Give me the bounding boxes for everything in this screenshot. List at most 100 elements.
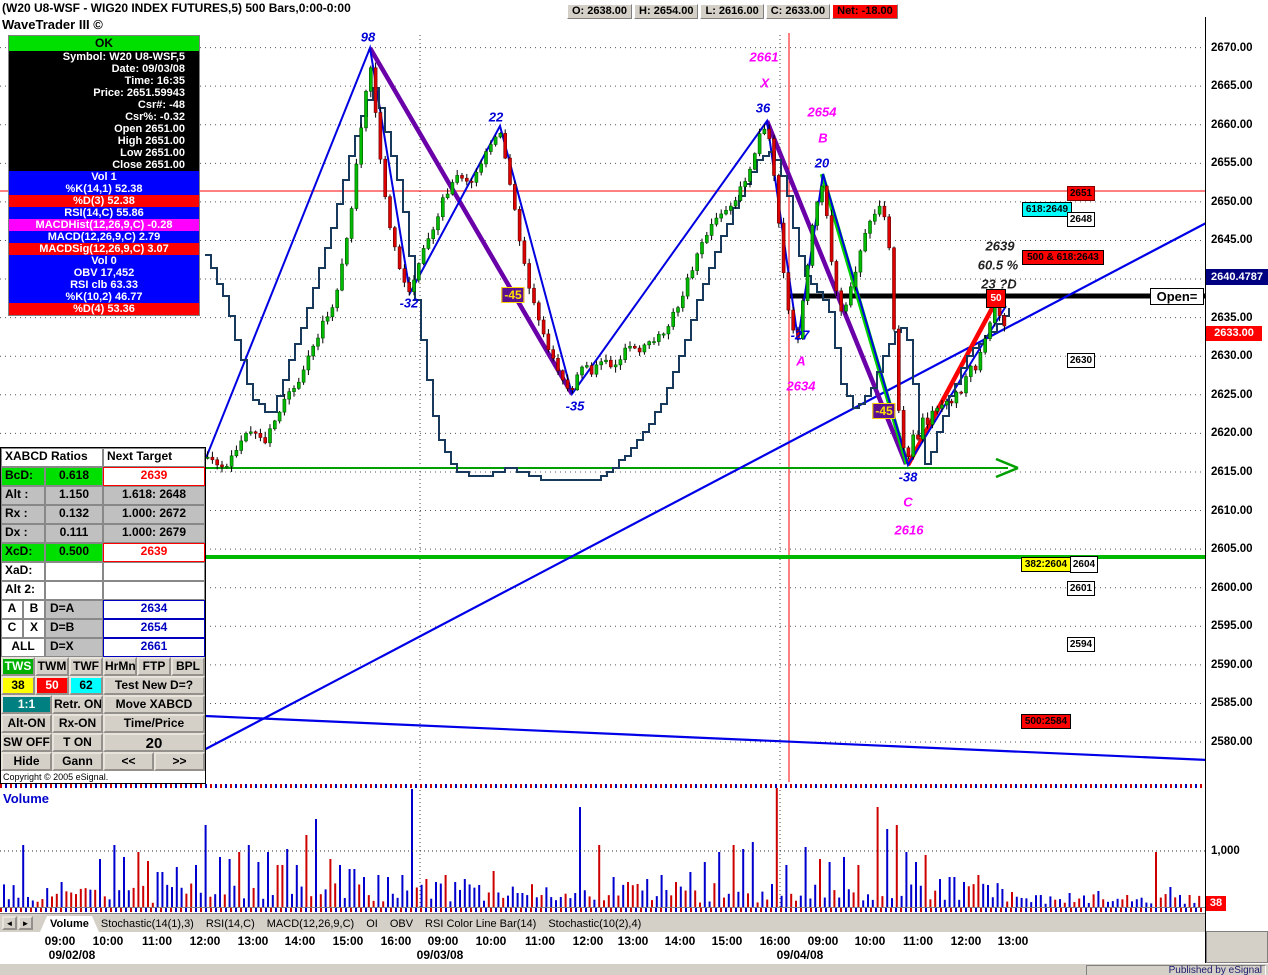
time-tick-label: 13:00 (237, 934, 269, 948)
price-axis[interactable]: 2675.002670.002665.002660.002655.002650.… (1205, 0, 1268, 975)
indicator-row: %D(3) 52.38 (9, 195, 199, 207)
button-50[interactable]: 50 (35, 676, 69, 695)
info-row: Symbol: W20 U8-WSF,5 (62, 51, 185, 63)
axis-price-badge: 2633.00 (1206, 326, 1262, 341)
xabcd-cell: D=X (45, 638, 103, 657)
button-alt-on[interactable]: Alt-ON (1, 714, 52, 733)
publisher-text: Published by eSignal (www.esignal.com) (1086, 965, 1266, 975)
xabcd-cell: Rx : (1, 505, 45, 524)
ohlc-field-O: O: 2638.00 (567, 4, 633, 19)
button--[interactable]: << (103, 752, 154, 771)
button-twm[interactable]: TWM (35, 657, 69, 676)
ohlc-field-L: L: 2616.00 (700, 4, 764, 19)
button-1-1[interactable]: 1:1 (1, 695, 52, 714)
tab-rsi-color-line-bar-14-[interactable]: RSI Color Line Bar(14) (415, 916, 546, 932)
time-tick-label: 10:00 (92, 934, 124, 948)
button-tws[interactable]: TWS (1, 657, 35, 676)
time-tick-label: 13:00 (617, 934, 649, 948)
xabcd-cell: XaD: (1, 562, 45, 581)
tab-rsi-14-c-[interactable]: RSI(14,C) (196, 916, 265, 932)
button-time-price[interactable]: Time/Price (103, 714, 205, 733)
indicator-row: Vol 1 (9, 171, 199, 183)
tab-volume[interactable]: Volume (40, 916, 99, 932)
axis-tick-label: 2630.00 (1211, 350, 1253, 363)
title-bar: (W20 U8-WSF - WIG20 INDEX FUTURES,5) 500… (0, 0, 1268, 19)
button-ftp[interactable]: FTP (137, 657, 171, 676)
xabcd-cell: 2634 (103, 600, 205, 619)
trend-line (199, 221, 1209, 753)
ok-status-header[interactable]: OK (9, 36, 199, 51)
button-62[interactable]: 62 (69, 676, 103, 695)
time-tick-label: 14:00 (664, 934, 696, 948)
indicator-row: MACD(12,26,9,C) 2.79 (9, 231, 199, 243)
tab-scroll-left-button[interactable]: ◄ (2, 916, 17, 930)
button-test-new-d-[interactable]: Test New D=? (103, 676, 205, 695)
volume-chart[interactable] (0, 787, 1206, 909)
axis-tick-label: 2595.00 (1211, 620, 1253, 633)
time-tick-label: 11:00 (141, 934, 173, 948)
xabcd-cell: B (23, 600, 45, 619)
quote-info-panel: OK Symbol: W20 U8-WSF,5 Date: 09/03/08 Tim… (8, 35, 200, 316)
ohlc-field-H: H: 2654.00 (634, 4, 699, 19)
date-label: 09/02/08 (48, 948, 96, 962)
time-tick-label: 09:00 (807, 934, 839, 948)
xabcd-cell: D=A (45, 600, 103, 619)
button-rx-on[interactable]: Rx-ON (52, 714, 103, 733)
button-bpl[interactable]: BPL (171, 657, 205, 676)
status-bar: Published by eSignal (www.esignal.com) (0, 963, 1268, 975)
axis-tick-label: 2600.00 (1211, 581, 1253, 594)
time-tick-label: 16:00 (759, 934, 791, 948)
info-row: Time: 16:35 (124, 75, 185, 87)
axis-tick-label: 2635.00 (1211, 311, 1253, 324)
button--[interactable]: >> (154, 752, 205, 771)
button-hide[interactable]: Hide (1, 752, 52, 771)
axis-corner-box (1206, 931, 1268, 963)
indicator-row: Vol 0 (9, 255, 199, 267)
trend-line (368, 46, 574, 396)
time-tick-label: 14:00 (284, 934, 316, 948)
info-row: Csr#: -48 (137, 99, 185, 111)
info-row: Open 2651.00 (114, 123, 185, 135)
button-retr-on[interactable]: Retr. ON (52, 695, 103, 714)
xabcd-cell: Alt : (1, 486, 45, 505)
button-gann[interactable]: Gann (52, 752, 103, 771)
trend-line (906, 299, 998, 467)
xabcd-cell: Dx : (1, 524, 45, 543)
date-label: 09/04/08 (776, 948, 824, 962)
button-move-xabcd[interactable]: Move XABCD (103, 695, 205, 714)
button-38[interactable]: 38 (1, 676, 35, 695)
button-20[interactable]: 20 (103, 733, 205, 752)
ohlc-field-Net: Net: -18.00 (832, 4, 898, 19)
time-tick-label: 10:00 (854, 934, 886, 948)
time-tick-label: 09:00 (44, 934, 76, 948)
axis-tick-label: 2620.00 (1211, 427, 1253, 440)
axis-tick-label: 2585.00 (1211, 697, 1253, 710)
xabcd-cell: 0.132 (45, 505, 103, 524)
info-row: Price: 2651.59943 (93, 87, 185, 99)
time-tick-label: 12:00 (189, 934, 221, 948)
xabcd-cell: C (1, 619, 23, 638)
trend-line (204, 714, 1209, 762)
tab-stochastic-14-1-3-[interactable]: Stochastic(14(1),3) (91, 916, 204, 932)
xabcd-cell: 0.618 (45, 467, 103, 486)
time-tick-label: 09:00 (427, 934, 459, 948)
xabcd-cell: BcD: (1, 467, 45, 486)
xabcd-cell: Next Target (103, 448, 205, 467)
xabcd-cell: 1.000: 2672 (103, 505, 205, 524)
tab-scroll-right-button[interactable]: ► (18, 916, 33, 930)
xabcd-cell: 2639 (103, 543, 205, 562)
xabcd-cell: 0.111 (45, 524, 103, 543)
time-tick-label: 15:00 (711, 934, 743, 948)
tab-macd-12-26-9-c-[interactable]: MACD(12,26,9,C) (257, 916, 364, 932)
watermark-label: WaveTrader III © (2, 17, 103, 32)
xabcd-cell: 1.150 (45, 486, 103, 505)
info-row: Close 2651.00 (112, 159, 185, 171)
axis-tick-label: 2650.00 (1211, 195, 1253, 208)
xabcd-cell: Alt 2: (1, 581, 45, 600)
button-t-on[interactable]: T ON (52, 733, 103, 752)
axis-tick-label: 2610.00 (1211, 504, 1253, 517)
button-twf[interactable]: TWF (69, 657, 103, 676)
button-hrmn[interactable]: HrMn (103, 657, 137, 676)
button-sw-off[interactable]: SW OFF (1, 733, 52, 752)
tab-stochastic-10-2-4-[interactable]: Stochastic(10(2),4) (538, 916, 651, 932)
